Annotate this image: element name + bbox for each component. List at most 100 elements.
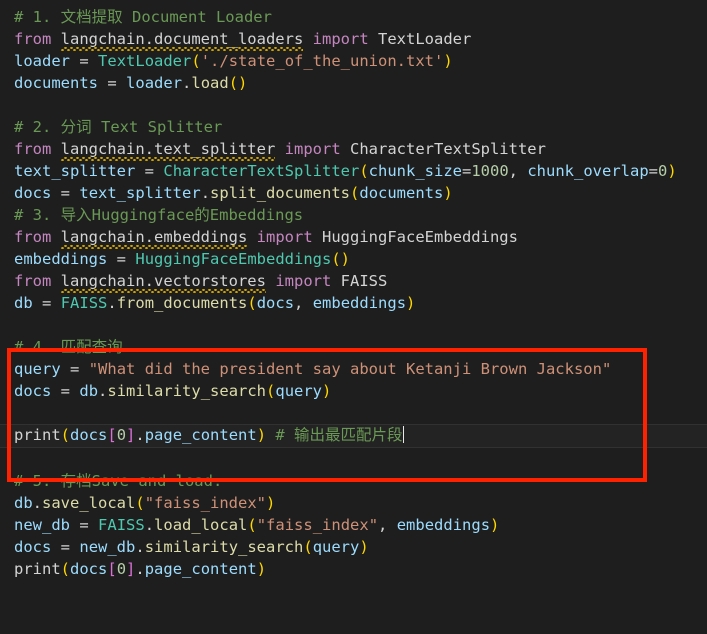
arg-documents: documents [359, 184, 444, 202]
code-editor[interactable]: # 1. 文档提取 Document Loader from langchain… [0, 0, 707, 634]
code-line[interactable]: docs = new_db.similarity_search(query) [0, 536, 707, 558]
code-line[interactable]: from langchain.vectorstores import FAISS [0, 270, 707, 293]
code-line[interactable]: text_splitter = CharacterTextSplitter(ch… [0, 160, 707, 182]
code-line[interactable]: embeddings = HuggingFaceEmbeddings() [0, 248, 707, 270]
variable-loader: loader [14, 52, 70, 70]
string-faiss-index: "faiss_index" [256, 516, 379, 534]
paren-close: ) [490, 516, 500, 534]
dot: . [135, 538, 145, 556]
code-line[interactable]: docs = text_splitter.split_documents(doc… [0, 182, 707, 204]
arg-embeddings: embeddings [312, 294, 407, 312]
code-line-current[interactable]: print(docs[0].page_content) # 输出最匹配片段 [0, 424, 707, 448]
paren-open: ( [228, 74, 239, 92]
code-line[interactable]: # 1. 文档提取 Document Loader [0, 6, 707, 28]
string-path: './state_of_the_union.txt' [200, 52, 444, 70]
code-line[interactable]: from langchain.embeddings import Hugging… [0, 226, 707, 249]
keyword-from: from [14, 272, 52, 290]
code-line[interactable]: db.save_local("faiss_index") [0, 492, 707, 514]
paren-open: ( [135, 494, 145, 512]
keyword-from: from [14, 228, 52, 246]
variable-db: db [14, 294, 33, 312]
variable-text-splitter-ref: text_splitter [79, 184, 201, 202]
module-path: langchain.embeddings [60, 228, 248, 249]
variable-docs: docs [70, 426, 108, 444]
keyword-import: import [256, 228, 313, 246]
paren-close: ) [443, 184, 453, 202]
code-line[interactable]: # 4. 匹配查询 [0, 336, 707, 358]
code-line[interactable]: # 5. 存档Save and load: [0, 470, 707, 492]
arg-query: query [275, 382, 323, 400]
code-line[interactable]: db = FAISS.from_documents(docs, embeddin… [0, 292, 707, 314]
code-line[interactable]: loader = TextLoader('./state_of_the_unio… [0, 50, 707, 72]
arg-docs: docs [256, 294, 295, 312]
operator-assign: = [60, 184, 71, 202]
paren-close: ) [359, 538, 369, 556]
code-line[interactable]: docs = db.similarity_search(query) [0, 380, 707, 402]
paren-close: ) [443, 52, 453, 70]
paren-open: ( [303, 538, 313, 556]
function-print: print [14, 560, 61, 578]
dot: . [182, 74, 192, 92]
attribute-page-content: page_content [144, 560, 257, 578]
paren-close: ) [340, 250, 351, 268]
operator-assign: = [107, 74, 117, 92]
paren-open: ( [350, 184, 360, 202]
paren-open: ( [247, 294, 257, 312]
code-line[interactable]: from langchain.text_splitter import Char… [0, 138, 707, 161]
paren-close: ) [406, 294, 416, 312]
code-line[interactable]: query = "What did the president say abou… [0, 358, 707, 380]
code-line-blank[interactable] [0, 448, 707, 470]
variable-docs: docs [14, 184, 52, 202]
method-save-local: save_local [42, 494, 136, 512]
code-line[interactable]: new_db = FAISS.load_local("faiss_index",… [0, 514, 707, 536]
paren-open: ( [359, 162, 369, 180]
variable-db: db [14, 494, 33, 512]
paren-close: ) [266, 494, 276, 512]
keyword-from: from [14, 140, 52, 158]
code-line[interactable]: # 2. 分词 Text Splitter [0, 116, 707, 138]
paren-close: ) [256, 560, 267, 578]
code-line[interactable]: documents = loader.load() [0, 72, 707, 94]
operator-assign: = [60, 538, 71, 556]
comment-token: # 5. 存档Save and load: [14, 472, 223, 490]
variable-new-db-ref: new_db [79, 538, 136, 556]
dot: . [135, 426, 145, 444]
code-line-blank[interactable] [0, 402, 707, 424]
class-name: FAISS [340, 272, 388, 290]
variable-loader-ref: loader [126, 74, 183, 92]
comment-token: # 1. 文档提取 Document Loader [14, 8, 272, 26]
operator-assign: = [462, 162, 472, 180]
code-line[interactable]: from langchain.document_loaders import T… [0, 28, 707, 51]
paren-open: ( [266, 382, 276, 400]
arg-query: query [312, 538, 360, 556]
code-line-blank[interactable] [0, 314, 707, 336]
operator-assign: = [42, 294, 52, 312]
operator-assign: = [60, 382, 71, 400]
code-line[interactable]: # 3. 导入Huggingface的Embeddings [0, 204, 707, 226]
keyword-import: import [312, 30, 369, 48]
code-line-blank[interactable] [0, 94, 707, 116]
code-line[interactable]: print(docs[0].page_content) [0, 558, 707, 580]
method-similarity-search: similarity_search [144, 538, 304, 556]
